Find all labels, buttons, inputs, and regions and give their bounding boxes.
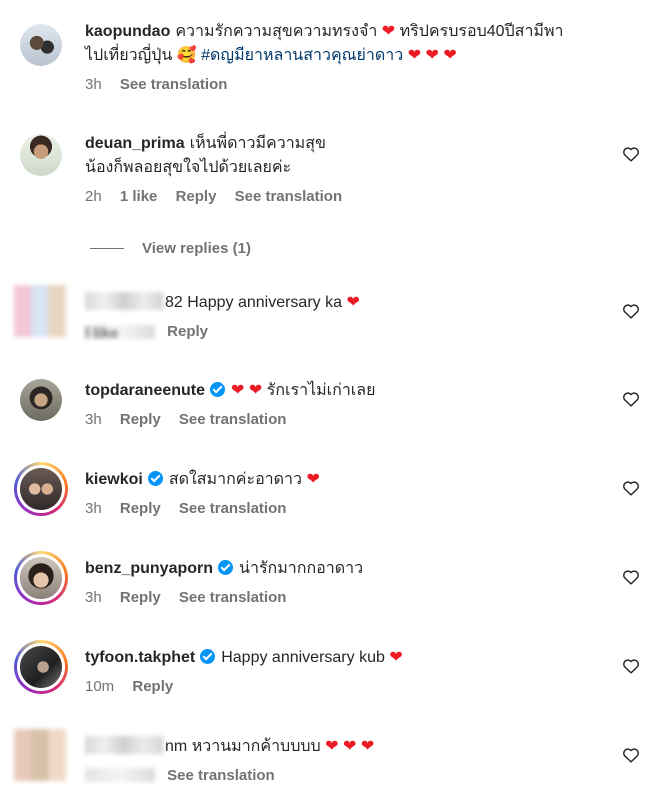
see-translation-button[interactable]: See translation — [167, 767, 275, 784]
hashtag-link[interactable]: #ดญมียาหลานสาวคุณย่าดาว — [201, 47, 403, 64]
avatar[interactable] — [14, 285, 66, 337]
comment-text-prefix: nm — [165, 738, 188, 755]
see-translation-button[interactable]: See translation — [179, 411, 287, 428]
comment-text: Happy anniversary kub — [221, 649, 385, 666]
reply-button[interactable]: Reply — [132, 678, 173, 695]
heart-outline-icon[interactable] — [622, 747, 640, 763]
comment-text: สดใสมากค่ะอาดาว — [168, 471, 303, 488]
blurred-username — [85, 292, 163, 310]
red-heart-emoji-icon: ❤ — [346, 294, 360, 311]
comment-timestamp: 3h — [85, 500, 102, 517]
reply-button[interactable]: Reply — [120, 411, 161, 428]
comment-username[interactable]: benz_punyaporn — [85, 560, 213, 577]
heart-outline-icon[interactable] — [622, 658, 640, 674]
comment-timestamp: 3h — [85, 411, 102, 428]
smiling-face-hearts-emoji-icon: 🥰 — [176, 47, 197, 64]
comment-timestamp: 3h — [85, 589, 102, 606]
reply-button[interactable]: Reply — [167, 323, 208, 340]
comment-text: น้องก็พลอยสุขใจไปด้วยเลยค่ะ — [85, 159, 292, 176]
red-heart-emoji-icon: ❤ ❤ ❤ — [407, 47, 457, 64]
like-count[interactable]: 1 like — [120, 188, 158, 205]
see-translation-button[interactable]: See translation — [120, 76, 228, 93]
blurred-timestamp — [85, 768, 155, 782]
avatar-with-story-ring[interactable] — [14, 551, 68, 605]
comment-username[interactable]: kaopundao — [85, 23, 170, 40]
divider — [90, 248, 124, 249]
red-heart-emoji-icon: ❤ — [306, 471, 320, 488]
comment-timestamp: 3h — [85, 76, 102, 93]
comment-text: น่ารักมากกอาดาว — [239, 560, 364, 577]
reply-button[interactable]: Reply — [120, 500, 161, 517]
heart-outline-icon[interactable] — [622, 569, 640, 585]
avatar-with-story-ring[interactable] — [14, 640, 68, 694]
avatar[interactable] — [20, 134, 62, 176]
comment-timestamp: 2h — [85, 188, 102, 205]
red-heart-emoji-icon: ❤ ❤ ❤ — [325, 738, 375, 755]
reply-button[interactable]: Reply — [176, 188, 217, 205]
see-translation-button[interactable]: See translation — [179, 589, 287, 606]
comment-username[interactable]: topdaraneenute — [85, 382, 205, 399]
view-replies-button[interactable]: View replies (1) — [90, 240, 251, 257]
heart-outline-icon[interactable] — [622, 303, 640, 319]
avatar-with-story-ring[interactable] — [14, 462, 68, 516]
comment-username[interactable]: deuan_prima — [85, 135, 185, 152]
heart-outline-icon[interactable] — [622, 146, 640, 162]
comment-username[interactable]: tyfoon.takphet — [85, 649, 195, 666]
red-heart-emoji-icon: ❤ — [381, 23, 396, 40]
comment-timestamp: 10m — [85, 678, 115, 695]
avatar[interactable] — [20, 379, 62, 421]
heart-outline-icon[interactable] — [622, 391, 640, 407]
comment-text: หวานมากค้าบบบบ — [191, 738, 321, 755]
see-translation-button[interactable]: See translation — [235, 188, 343, 205]
verified-badge-icon — [218, 560, 234, 575]
view-replies-label: View replies (1) — [142, 240, 251, 257]
comment-username[interactable]: kiewkoi — [85, 471, 143, 488]
heart-outline-icon[interactable] — [622, 480, 640, 496]
verified-badge-icon — [147, 471, 163, 486]
reply-button[interactable]: Reply — [120, 589, 161, 606]
comment-text: 82 Happy anniversary ka — [165, 294, 342, 311]
avatar[interactable] — [14, 729, 66, 781]
comment-text: เห็นพี่ดาวมีความสุข — [189, 135, 326, 152]
avatar[interactable] — [20, 24, 62, 66]
red-heart-emoji-icon: ❤ — [389, 649, 403, 666]
comment-text: ไปเที่ยวญี่ปุ่น — [85, 47, 173, 64]
see-translation-button[interactable]: See translation — [179, 500, 287, 517]
verified-badge-icon — [210, 382, 226, 397]
red-heart-emoji-icon: ❤ ❤ — [231, 382, 263, 399]
verified-badge-icon — [200, 649, 216, 664]
comment-text: ทริปครบรอบ40ปีสามีพา — [399, 23, 564, 40]
comment-text: ความรักความสุขความทรงจำ — [175, 23, 378, 40]
blurred-like-count: l like — [85, 325, 155, 342]
blurred-username — [85, 736, 163, 754]
comment-text: รักเราไม่เก่าเลย — [266, 382, 376, 399]
